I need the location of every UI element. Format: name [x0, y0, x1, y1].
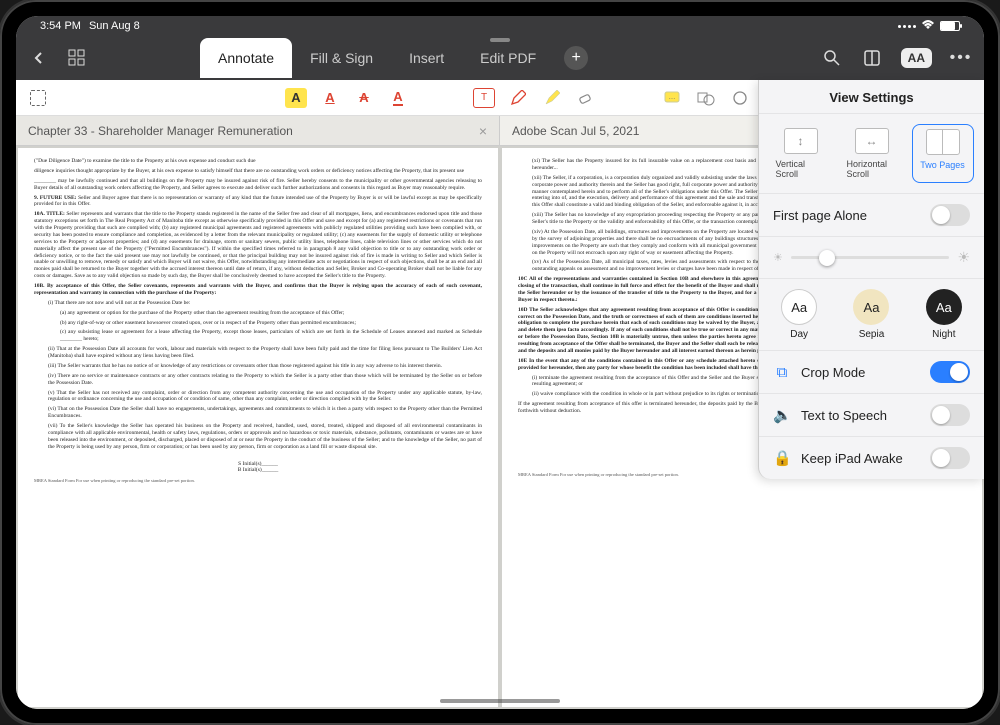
selection-tool[interactable] [30, 90, 46, 106]
underline-tool[interactable]: A [319, 88, 341, 108]
close-tab-1[interactable]: × [479, 123, 487, 139]
add-tab-button[interactable]: + [564, 46, 588, 70]
tab-fill-sign[interactable]: Fill & Sign [292, 38, 391, 78]
highlight-tool[interactable]: A [285, 88, 307, 108]
search-button[interactable] [821, 47, 843, 69]
svg-text:…: … [669, 94, 676, 101]
bookmarks-button[interactable] [861, 47, 883, 69]
cellular-icon [898, 25, 916, 28]
wifi-icon [921, 20, 935, 33]
battery-icon [940, 21, 960, 31]
view-settings-title: View Settings [759, 80, 984, 114]
textbox-tool[interactable]: T [473, 88, 495, 108]
status-date: Sun Aug 8 [89, 20, 140, 32]
main-toolbar: Annotate Fill & Sign Insert Edit PDF + A… [16, 36, 984, 80]
theme-sepia[interactable]: Aa Sepia [853, 289, 889, 340]
first-page-alone-toggle[interactable] [930, 204, 970, 226]
tab-edit-pdf[interactable]: Edit PDF [462, 38, 554, 78]
doc-tab-1-title: Chapter 33 - Shareholder Manager Remuner… [28, 124, 293, 138]
view-settings-panel: View Settings Vertical Scroll Horizontal… [758, 80, 984, 479]
status-bar: 3:54 PM Sun Aug 8 [16, 16, 984, 36]
lock-icon: 🔒 [773, 449, 791, 467]
theme-night[interactable]: Aa Night [926, 289, 962, 340]
brightness-high-icon: ☀︎ [957, 249, 970, 266]
pen-tool[interactable] [507, 88, 529, 108]
tab-annotate[interactable]: Annotate [200, 38, 292, 78]
crop-icon: ⧉ [773, 364, 791, 381]
multitask-pill[interactable] [490, 38, 510, 42]
tab-insert[interactable]: Insert [391, 38, 462, 78]
circle-tool[interactable] [729, 88, 751, 108]
view-settings-button[interactable]: AA [901, 48, 932, 68]
doc-tab-2-title: Adobe Scan Jul 5, 2021 [512, 124, 639, 138]
layout-vertical-scroll[interactable]: Vertical Scroll [770, 124, 832, 183]
eraser-tool[interactable] [575, 88, 597, 108]
tts-row: 🔈 Text to Speech [759, 394, 984, 437]
brightness-low-icon: ☀︎ [773, 251, 783, 264]
back-button[interactable] [28, 47, 50, 69]
home-indicator[interactable] [440, 699, 560, 703]
crop-mode-toggle[interactable] [930, 361, 970, 383]
squiggly-tool[interactable]: A [387, 88, 409, 108]
theme-day[interactable]: Aa Day [781, 289, 817, 340]
keep-awake-toggle[interactable] [930, 447, 970, 469]
brightness-slider[interactable] [791, 256, 950, 259]
note-tool[interactable]: … [661, 88, 683, 108]
marker-tool[interactable] [541, 88, 563, 108]
page-left: ("Due Diligence Date") to examine the ti… [18, 148, 498, 707]
first-page-alone-row: First page Alone [759, 194, 984, 237]
ipad-frame: 3:54 PM Sun Aug 8 [0, 0, 1000, 725]
tts-toggle[interactable] [930, 404, 970, 426]
more-button[interactable]: ••• [950, 47, 972, 69]
speaker-icon: 🔈 [773, 406, 791, 424]
layout-horizontal-scroll[interactable]: Horizontal Scroll [841, 124, 903, 183]
status-time: 3:54 PM [40, 20, 81, 32]
keep-awake-row: 🔒 Keep iPad Awake [759, 437, 984, 479]
doc-tab-1[interactable]: Chapter 33 - Shareholder Manager Remuner… [16, 116, 500, 145]
shape-tool[interactable] [695, 88, 717, 108]
crop-mode-row: ⧉ Crop Mode [759, 351, 984, 394]
screen: 3:54 PM Sun Aug 8 [16, 16, 984, 709]
strikethrough-tool[interactable]: A [353, 88, 375, 108]
brightness-row: ☀︎ ☀︎ [759, 237, 984, 279]
layout-two-pages[interactable]: Two Pages [912, 124, 974, 183]
thumbnails-button[interactable] [66, 47, 88, 69]
